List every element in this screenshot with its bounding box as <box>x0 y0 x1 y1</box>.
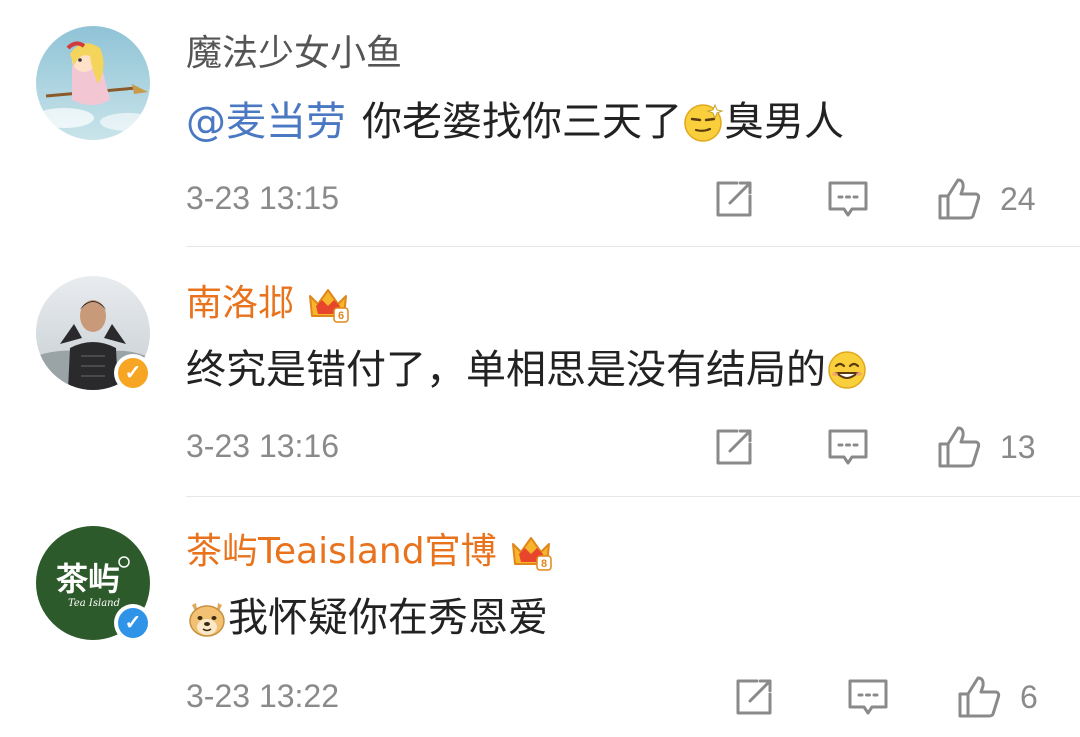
comment-bubble-icon <box>848 679 888 715</box>
sly-face-emoji <box>684 103 724 142</box>
repost-button[interactable] <box>732 672 776 722</box>
timestamp: 3-23 13:15 <box>186 180 340 216</box>
crown-level: 8 <box>541 558 547 570</box>
avatar-image <box>36 26 150 140</box>
crown-member-icon: 8 <box>511 537 552 571</box>
like-button[interactable]: 24 <box>936 174 1036 224</box>
username[interactable]: 魔法少女小鱼 <box>186 32 402 76</box>
comment-text-part: 你老婆找你三天了 <box>362 99 682 145</box>
avatar[interactable]: 茶屿 Tea Island ✓ <box>36 526 152 642</box>
avatar-brand-text: 茶屿 <box>56 560 120 598</box>
reply-button[interactable] <box>826 422 870 472</box>
verified-v-icon: ✓ <box>118 358 148 388</box>
thumbs-up-icon <box>938 178 981 220</box>
divider <box>186 496 1080 497</box>
comment-text-part: 臭男人 <box>724 99 844 145</box>
thumbs-up-icon <box>938 426 981 468</box>
meta-row: 3-23 13:22 6 <box>186 672 1044 722</box>
like-button[interactable]: 6 <box>956 672 1038 722</box>
comment-text: 终究是错付了，单相思是没有结局的 <box>186 344 868 396</box>
like-button[interactable]: 13 <box>936 422 1036 472</box>
comment-bubble-icon <box>828 181 868 217</box>
like-count: 24 <box>1000 180 1036 217</box>
verified-v-icon: ✓ <box>118 608 148 638</box>
reply-button[interactable] <box>846 672 890 722</box>
repost-button[interactable] <box>712 422 756 472</box>
mention-link[interactable]: @麦当劳 <box>186 96 346 148</box>
username-text: 南洛邶 <box>186 283 295 324</box>
repost-button[interactable] <box>712 174 756 224</box>
comment-text: 我怀疑你在秀恩爱 <box>186 592 548 644</box>
like-count: 13 <box>1000 428 1036 465</box>
repost-icon <box>716 181 752 217</box>
comment-text-part: 我怀疑你在秀恩爱 <box>228 595 548 641</box>
repost-icon <box>716 429 752 465</box>
verified-badge: ✓ <box>114 354 152 392</box>
meta-row: 3-23 13:16 13 <box>186 422 1044 472</box>
avatar[interactable] <box>36 26 150 140</box>
comment-text-part: 终究是错付了，单相思是没有结局的 <box>186 347 826 393</box>
doge-emoji <box>189 603 225 637</box>
timestamp: 3-23 13:16 <box>186 428 340 464</box>
crown-level: 6 <box>338 310 344 322</box>
username-text: 茶屿Teaisland官博 <box>186 531 497 572</box>
thumbs-up-icon <box>958 676 1001 718</box>
reply-button[interactable] <box>826 174 870 224</box>
username[interactable]: 南洛邶 6 <box>186 282 350 326</box>
grin-face-emoji <box>828 351 866 389</box>
crown-member-icon: 6 <box>309 289 349 323</box>
username[interactable]: 茶屿Teaisland官博 8 <box>186 530 553 574</box>
like-count: 6 <box>1020 678 1038 715</box>
avatar[interactable]: ✓ <box>36 276 152 392</box>
comment-bubble-icon <box>828 429 868 465</box>
comment-text: @麦当劳 你老婆找你三天了 臭男人 <box>186 96 844 148</box>
meta-row: 3-23 13:15 24 <box>186 174 1044 224</box>
verified-badge: ✓ <box>114 604 152 642</box>
timestamp: 3-23 13:22 <box>186 678 340 714</box>
avatar-brand-subtext: Tea Island <box>68 598 120 609</box>
repost-icon <box>736 679 772 715</box>
divider <box>186 246 1080 247</box>
